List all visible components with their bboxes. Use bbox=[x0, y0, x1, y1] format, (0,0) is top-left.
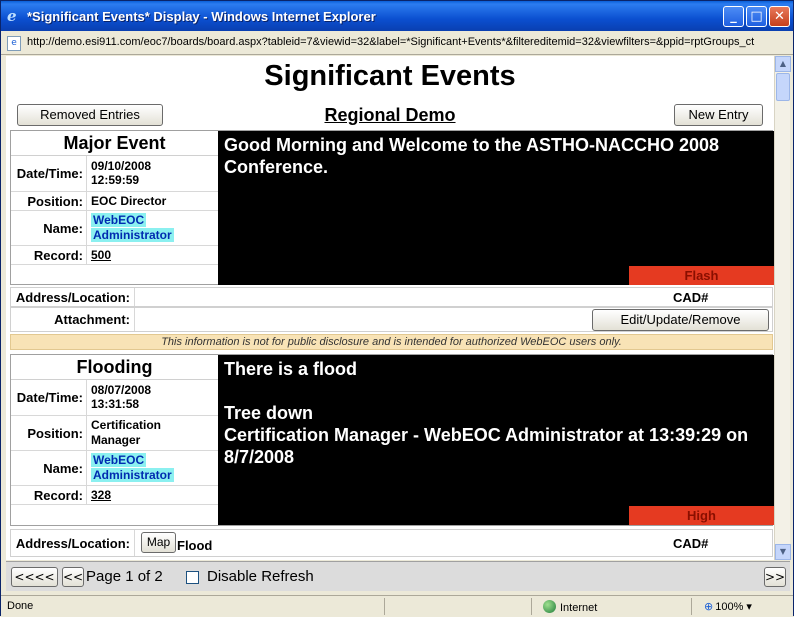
status-divider bbox=[531, 598, 532, 615]
cad-label: CAD# bbox=[673, 290, 709, 305]
event-position-first: Certification bbox=[91, 418, 162, 432]
event-time: 13:31:58 bbox=[91, 397, 140, 411]
priority-bar: Flash bbox=[218, 266, 774, 285]
first-page-button[interactable]: <<<< bbox=[11, 567, 58, 587]
event-message: There is a flood Tree down Certification… bbox=[218, 355, 774, 507]
title-bar: e *Significant Events* Display - Windows… bbox=[1, 1, 793, 31]
globe-icon bbox=[543, 600, 556, 613]
event-date: 09/10/2008 bbox=[91, 159, 152, 173]
event-card: Major Event Date/Time: 09/10/2008 12:59:… bbox=[10, 130, 774, 285]
event-time: 12:59:59 bbox=[91, 173, 140, 187]
priority-flag: High bbox=[629, 506, 774, 525]
edit-update-remove-button[interactable]: Edit/Update/Remove bbox=[592, 309, 769, 331]
record-label: Record: bbox=[11, 246, 87, 264]
event-name: Flooding bbox=[11, 355, 218, 380]
position-row: Position: EOC Director bbox=[11, 192, 218, 211]
vertical-scrollbar[interactable]: ▲ ▼ bbox=[774, 56, 791, 560]
page-indicator: Page 1 of 2 bbox=[86, 568, 163, 585]
attachment-label: Attachment: bbox=[11, 308, 135, 331]
event-name: Major Event bbox=[11, 131, 218, 156]
address-row: Address/Location: CAD# bbox=[10, 287, 773, 307]
location-value: Flood bbox=[177, 538, 213, 553]
browser-window: e *Significant Events* Display - Windows… bbox=[0, 0, 794, 617]
name-label: Name: bbox=[11, 451, 87, 485]
scroll-thumb[interactable] bbox=[776, 73, 790, 101]
record-link[interactable]: 328 bbox=[91, 488, 111, 502]
record-row: Record: 500 bbox=[11, 246, 218, 265]
datetime-label: Date/Time: bbox=[11, 156, 87, 191]
message-first-line: There is a flood bbox=[224, 359, 358, 379]
datetime-label: Date/Time: bbox=[11, 380, 87, 415]
event-message: Good Morning and Welcome to the ASTHO-NA… bbox=[218, 131, 774, 266]
event-user-second: Administrator bbox=[91, 228, 174, 242]
position-label: Position: bbox=[11, 416, 87, 450]
record-row: Record: 328 bbox=[11, 486, 218, 505]
event-meta: Flooding Date/Time: 08/07/2008 13:31:58 … bbox=[11, 355, 218, 505]
event-user-second: Administrator bbox=[91, 468, 174, 482]
prev-page-button[interactable]: << bbox=[62, 567, 84, 587]
priority-bar: High bbox=[218, 506, 774, 525]
window-title: *Significant Events* Display - Windows I… bbox=[27, 9, 376, 24]
event-card: Flooding Date/Time: 08/07/2008 13:31:58 … bbox=[10, 354, 774, 526]
name-row: Name: WebEOC Administrator bbox=[11, 211, 218, 246]
minimize-button[interactable]: _ bbox=[723, 6, 744, 27]
security-zone: Internet bbox=[543, 600, 597, 614]
page-title: Significant Events bbox=[264, 60, 516, 92]
pager-bar: <<<< << Page 1 of 2 Disable Refresh >> bbox=[6, 561, 790, 591]
close-button[interactable]: ✕ bbox=[769, 6, 790, 27]
next-page-button[interactable]: >> bbox=[764, 567, 786, 587]
disclaimer-notice: This information is not for public discl… bbox=[10, 334, 773, 350]
page-content: Significant Events Removed Entries Regio… bbox=[6, 56, 774, 560]
address-label: Address/Location: bbox=[11, 288, 135, 306]
map-button[interactable]: Map bbox=[141, 532, 176, 553]
status-divider bbox=[384, 598, 385, 615]
attachment-row: Attachment: Edit/Update/Remove bbox=[10, 307, 773, 332]
event-user-first: WebEOC bbox=[91, 213, 147, 227]
maximize-button[interactable]: □ bbox=[746, 6, 767, 27]
status-divider bbox=[691, 598, 692, 615]
event-user-first: WebEOC bbox=[91, 453, 147, 467]
record-link[interactable]: 500 bbox=[91, 248, 111, 262]
address-label: Address/Location: bbox=[11, 530, 135, 556]
address-row: Address/Location: Map Flood CAD# bbox=[10, 529, 773, 557]
url-field[interactable]: http://demo.esi911.com/eoc7/boards/board… bbox=[27, 36, 772, 52]
message-third-line: Certification Manager - WebEOC Administr… bbox=[224, 425, 749, 467]
disable-refresh-label[interactable]: Disable Refresh bbox=[207, 568, 314, 585]
zoom-icon: ⊕ bbox=[704, 600, 714, 613]
ie-logo-icon: e bbox=[7, 7, 17, 25]
event-date: 08/07/2008 bbox=[91, 383, 152, 397]
position-row: Position: Certification Manager bbox=[11, 416, 218, 451]
scroll-down-icon[interactable]: ▼ bbox=[775, 544, 791, 560]
disable-refresh-checkbox[interactable] bbox=[186, 571, 199, 584]
cad-label: CAD# bbox=[673, 536, 709, 551]
event-position: EOC Director bbox=[91, 194, 167, 208]
board-subtitle: Regional Demo bbox=[324, 105, 456, 125]
zoom-level: 100% bbox=[715, 601, 744, 613]
position-label: Position: bbox=[11, 192, 87, 210]
zone-label: Internet bbox=[560, 602, 598, 614]
scroll-up-icon[interactable]: ▲ bbox=[775, 56, 791, 72]
datetime-row: Date/Time: 09/10/2008 12:59:59 bbox=[11, 156, 218, 192]
event-position-second: Manager bbox=[91, 433, 141, 447]
priority-flag: Flash bbox=[629, 266, 774, 285]
address-bar: e http://demo.esi911.com/eoc7/boards/boa… bbox=[1, 32, 793, 55]
message-second-line: Tree down bbox=[224, 403, 314, 423]
status-text: Done bbox=[7, 600, 34, 612]
record-label: Record: bbox=[11, 486, 87, 504]
event-meta: Major Event Date/Time: 09/10/2008 12:59:… bbox=[11, 131, 218, 265]
zoom-control[interactable]: ⊕ 100% ▾ bbox=[704, 600, 752, 613]
new-entry-button[interactable]: New Entry bbox=[674, 104, 763, 126]
page-icon: e bbox=[7, 36, 21, 51]
datetime-row: Date/Time: 08/07/2008 13:31:58 bbox=[11, 380, 218, 416]
name-label: Name: bbox=[11, 211, 87, 245]
status-bar: Done Internet ⊕ 100% ▾ bbox=[1, 595, 793, 617]
name-row: Name: WebEOC Administrator bbox=[11, 451, 218, 486]
